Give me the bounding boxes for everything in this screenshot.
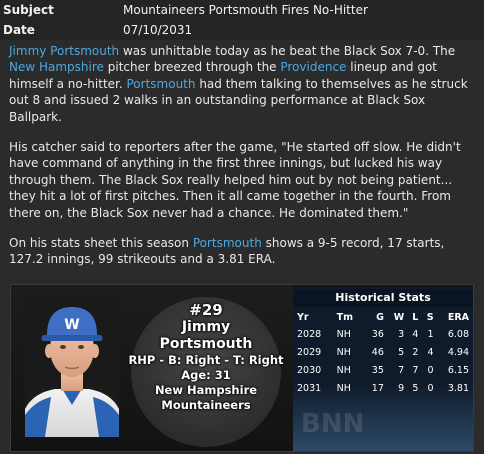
article-paragraph-1: Jimmy Portsmouth was unhittable today as…	[9, 43, 479, 125]
cell-s: 1	[427, 328, 434, 340]
col-header-yr[interactable]: Yr	[295, 309, 335, 325]
article-paragraph-2: His catcher said to reporters after the …	[9, 140, 461, 220]
col-header-tm[interactable]: Tm	[335, 309, 364, 325]
cap-logo-letter: W	[64, 317, 79, 333]
paragraph-text: On his stats sheet this season	[9, 236, 193, 251]
player-portrait[interactable]: W	[25, 297, 119, 437]
date-row: Date 07/10/2031	[0, 20, 484, 40]
historical-stats-title: Historical Stats	[293, 289, 473, 307]
network-logo-watermark: BNN	[301, 409, 365, 439]
stats-row: 2030 NH 35 7 7 0 6.15	[295, 361, 471, 379]
cell-yr: 2031	[297, 382, 322, 394]
opponent-link[interactable]: Providence	[280, 60, 346, 74]
cell-era: 4.94	[447, 346, 469, 358]
col-header-l[interactable]: L	[406, 309, 420, 325]
cell-w: 7	[398, 364, 405, 376]
col-header-s[interactable]: S	[420, 309, 435, 325]
cell-g: 35	[371, 364, 384, 376]
cell-tm: NH	[336, 364, 351, 376]
subject-value: Mountaineers Portsmouth Fires No-Hitter	[123, 3, 368, 17]
date-value: 07/10/2031	[123, 23, 193, 37]
col-header-g[interactable]: G	[363, 309, 386, 325]
cell-g: 46	[371, 346, 384, 358]
player-team[interactable]: New Hampshire Mountaineers	[111, 383, 301, 413]
player-number: #29	[189, 301, 223, 319]
cell-l: 7	[412, 364, 419, 376]
stats-row: 2029 NH 46 5 2 4 4.94	[295, 343, 471, 361]
article-paragraph-3: On his stats sheet this season Portsmout…	[9, 235, 479, 268]
cell-era: 3.81	[447, 382, 469, 394]
col-header-era[interactable]: ERA	[436, 309, 471, 325]
cell-g: 17	[371, 382, 384, 394]
cell-s: 4	[427, 346, 434, 358]
team-link[interactable]: New Hampshire	[9, 60, 104, 74]
subject-row: Subject Mountaineers Portsmouth Fires No…	[0, 0, 484, 20]
cell-yr: 2030	[297, 364, 322, 376]
historical-stats-panel: BNN Historical Stats Yr Tm G W L S ERA 2…	[293, 287, 473, 451]
cell-w: 5	[398, 346, 405, 358]
cell-l: 2	[412, 346, 419, 358]
cell-tm: NH	[336, 346, 351, 358]
paragraph-text: pitcher breezed through the	[103, 60, 281, 75]
player-card: W #29 Jimmy Portsmouth RHP - B: Right - …	[10, 284, 474, 452]
cell-tm: NH	[336, 328, 351, 340]
subject-label: Subject	[3, 3, 54, 17]
player-first-name: Jimmy	[181, 319, 231, 335]
cell-l: 5	[412, 382, 419, 394]
player-link[interactable]: Portsmouth	[127, 77, 196, 91]
cell-w: 3	[398, 328, 405, 340]
player-last-name: Portsmouth	[159, 336, 253, 352]
cell-w: 9	[398, 382, 405, 394]
cell-tm: NH	[336, 382, 351, 394]
cell-era: 6.08	[447, 328, 469, 340]
cell-yr: 2029	[297, 346, 322, 358]
col-header-w[interactable]: W	[386, 309, 406, 325]
stats-header-row: Yr Tm G W L S ERA	[295, 309, 471, 325]
player-info: #29 Jimmy Portsmouth RHP - B: Right - T:…	[111, 301, 301, 413]
date-label: Date	[3, 23, 35, 37]
cell-l: 4	[412, 328, 419, 340]
stats-row: 2028 NH 36 3 4 1 6.08	[295, 325, 471, 343]
article-body: Jimmy Portsmouth was unhittable today as…	[9, 43, 479, 282]
cell-g: 36	[371, 328, 384, 340]
cell-yr: 2028	[297, 328, 322, 340]
player-link[interactable]: Jimmy Portsmouth	[9, 44, 119, 58]
cell-s: 0	[427, 364, 434, 376]
player-link[interactable]: Portsmouth	[193, 236, 262, 250]
player-bio: RHP - B: Right - T: Right	[128, 353, 284, 367]
paragraph-text: was unhittable today as he beat the Blac…	[119, 44, 456, 58]
cell-s: 0	[427, 382, 434, 394]
cell-era: 6.15	[447, 364, 469, 376]
historical-stats-table: Yr Tm G W L S ERA 2028 NH 36 3 4 1 6.08 …	[295, 309, 471, 397]
stats-row: 2031 NH 17 9 5 0 3.81	[295, 379, 471, 397]
player-age: Age: 31	[181, 368, 231, 382]
